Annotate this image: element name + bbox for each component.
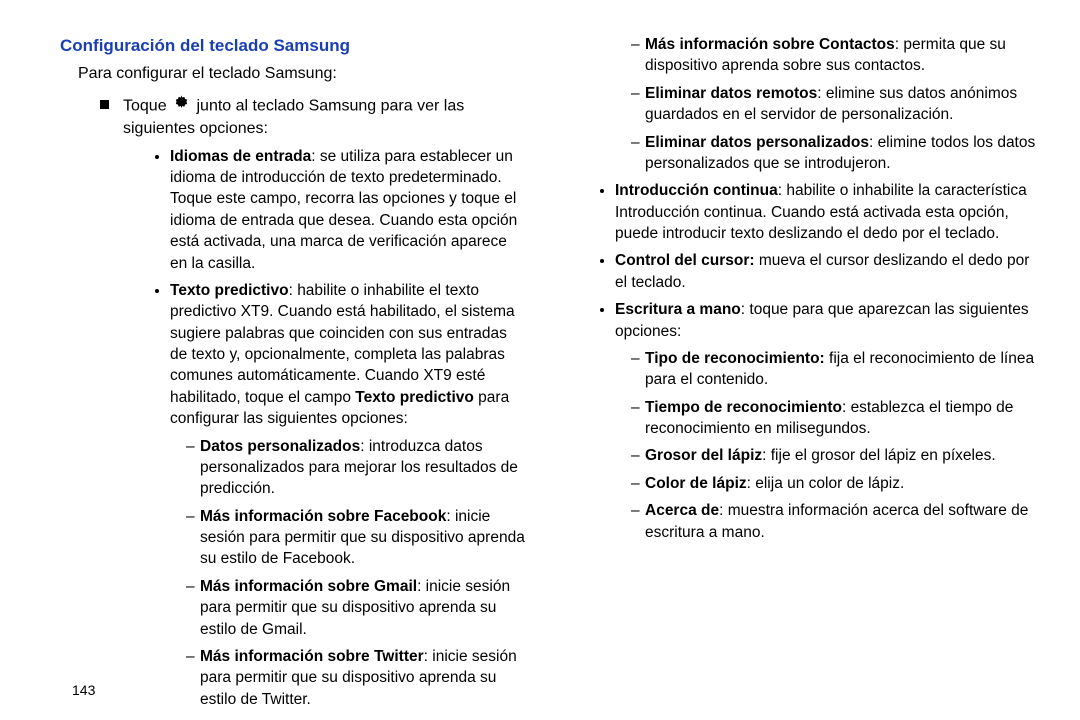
sub-bold: Acerca de: [645, 502, 719, 519]
intro-text: Para configurar el teclado Samsung:: [60, 63, 529, 85]
sub-bold: Más información sobre Contactos: [645, 36, 895, 53]
sub-bold: Datos personalizados: [200, 438, 360, 455]
step-pre: Toque: [123, 97, 171, 114]
right-bullet-list: Introducción continua: habilite o inhabi…: [571, 180, 1040, 543]
two-column-layout: Configuración del teclado Samsung Para c…: [60, 34, 1040, 664]
step-body: Toque junto al teclado Samsung para ver …: [123, 94, 529, 140]
sub-list: Tipo de reconocimiento: fija el reconoci…: [615, 348, 1038, 543]
list-item: Tiempo de reconocimiento: establezca el …: [631, 397, 1038, 440]
list-item: Más información sobre Gmail: inicie sesi…: [186, 576, 527, 640]
list-item: Control del cursor: mueva el cursor desl…: [615, 250, 1038, 293]
item-bold: Introducción continua: [615, 182, 778, 199]
sub-text: : fije el grosor del lápiz en píxeles.: [762, 447, 995, 464]
item-bold: Escritura a mano: [615, 301, 741, 318]
item-text: : se utiliza para establecer un idioma d…: [170, 148, 517, 272]
sub-bold: Grosor del lápiz: [645, 447, 762, 464]
list-item: Eliminar datos remotos: elimine sus dato…: [631, 83, 1040, 126]
item-bold: Idiomas de entrada: [170, 148, 311, 165]
list-item: Datos personalizados: introduzca datos p…: [186, 436, 527, 500]
list-item: Idiomas de entrada: se utiliza para esta…: [170, 146, 527, 274]
left-column: Configuración del teclado Samsung Para c…: [60, 34, 529, 664]
sub-bold: Más información sobre Facebook: [200, 508, 446, 525]
list-item: Más información sobre Facebook: inicie s…: [186, 506, 527, 570]
sub-bold: Eliminar datos remotos: [645, 85, 817, 102]
list-item: Introducción continua: habilite o inhabi…: [615, 180, 1038, 244]
item-bold-mid: Texto predictivo: [355, 389, 474, 406]
list-item: Grosor del lápiz: fije el grosor del láp…: [631, 445, 1038, 466]
page-number: 143: [72, 682, 95, 698]
step-instruction: Toque junto al teclado Samsung para ver …: [60, 94, 529, 140]
sub-list: Datos personalizados: introduzca datos p…: [170, 436, 527, 711]
sub-bold: Más información sobre Gmail: [200, 578, 417, 595]
right-continued-sub-list: Más información sobre Contactos: permita…: [571, 34, 1040, 174]
sub-bold: Tiempo de reconocimiento: [645, 399, 842, 416]
sub-bold: Tipo de reconocimiento:: [645, 350, 825, 367]
list-item: Texto predictivo: habilite o inhabilite …: [170, 280, 527, 710]
left-bullet-list: Idiomas de entrada: se utiliza para esta…: [60, 146, 529, 710]
list-item: Eliminar datos personalizados: elimine t…: [631, 132, 1040, 175]
list-item: Más información sobre Twitter: inicie se…: [186, 646, 527, 710]
item-text-pre: : habilite o inhabilite el texto predict…: [170, 282, 515, 406]
right-column: Más información sobre Contactos: permita…: [571, 34, 1040, 664]
sub-bold: Más información sobre Twitter: [200, 648, 424, 665]
square-bullet-icon: [100, 100, 109, 109]
item-bold: Control del cursor:: [615, 252, 755, 269]
list-item: Color de lápiz: elija un color de lápiz.: [631, 473, 1038, 494]
sub-bold: Eliminar datos personalizados: [645, 134, 869, 151]
sub-text: : elija un color de lápiz.: [747, 475, 905, 492]
section-heading: Configuración del teclado Samsung: [60, 34, 529, 57]
list-item: Acerca de: muestra información acerca de…: [631, 500, 1038, 543]
sub-bold: Color de lápiz: [645, 475, 747, 492]
list-item: Tipo de reconocimiento: fija el reconoci…: [631, 348, 1038, 391]
list-item: Escritura a mano: toque para que aparezc…: [615, 299, 1038, 543]
document-page: Configuración del teclado Samsung Para c…: [0, 0, 1080, 720]
gear-icon: [173, 94, 190, 118]
item-bold: Texto predictivo: [170, 282, 289, 299]
list-item: Más información sobre Contactos: permita…: [631, 34, 1040, 77]
